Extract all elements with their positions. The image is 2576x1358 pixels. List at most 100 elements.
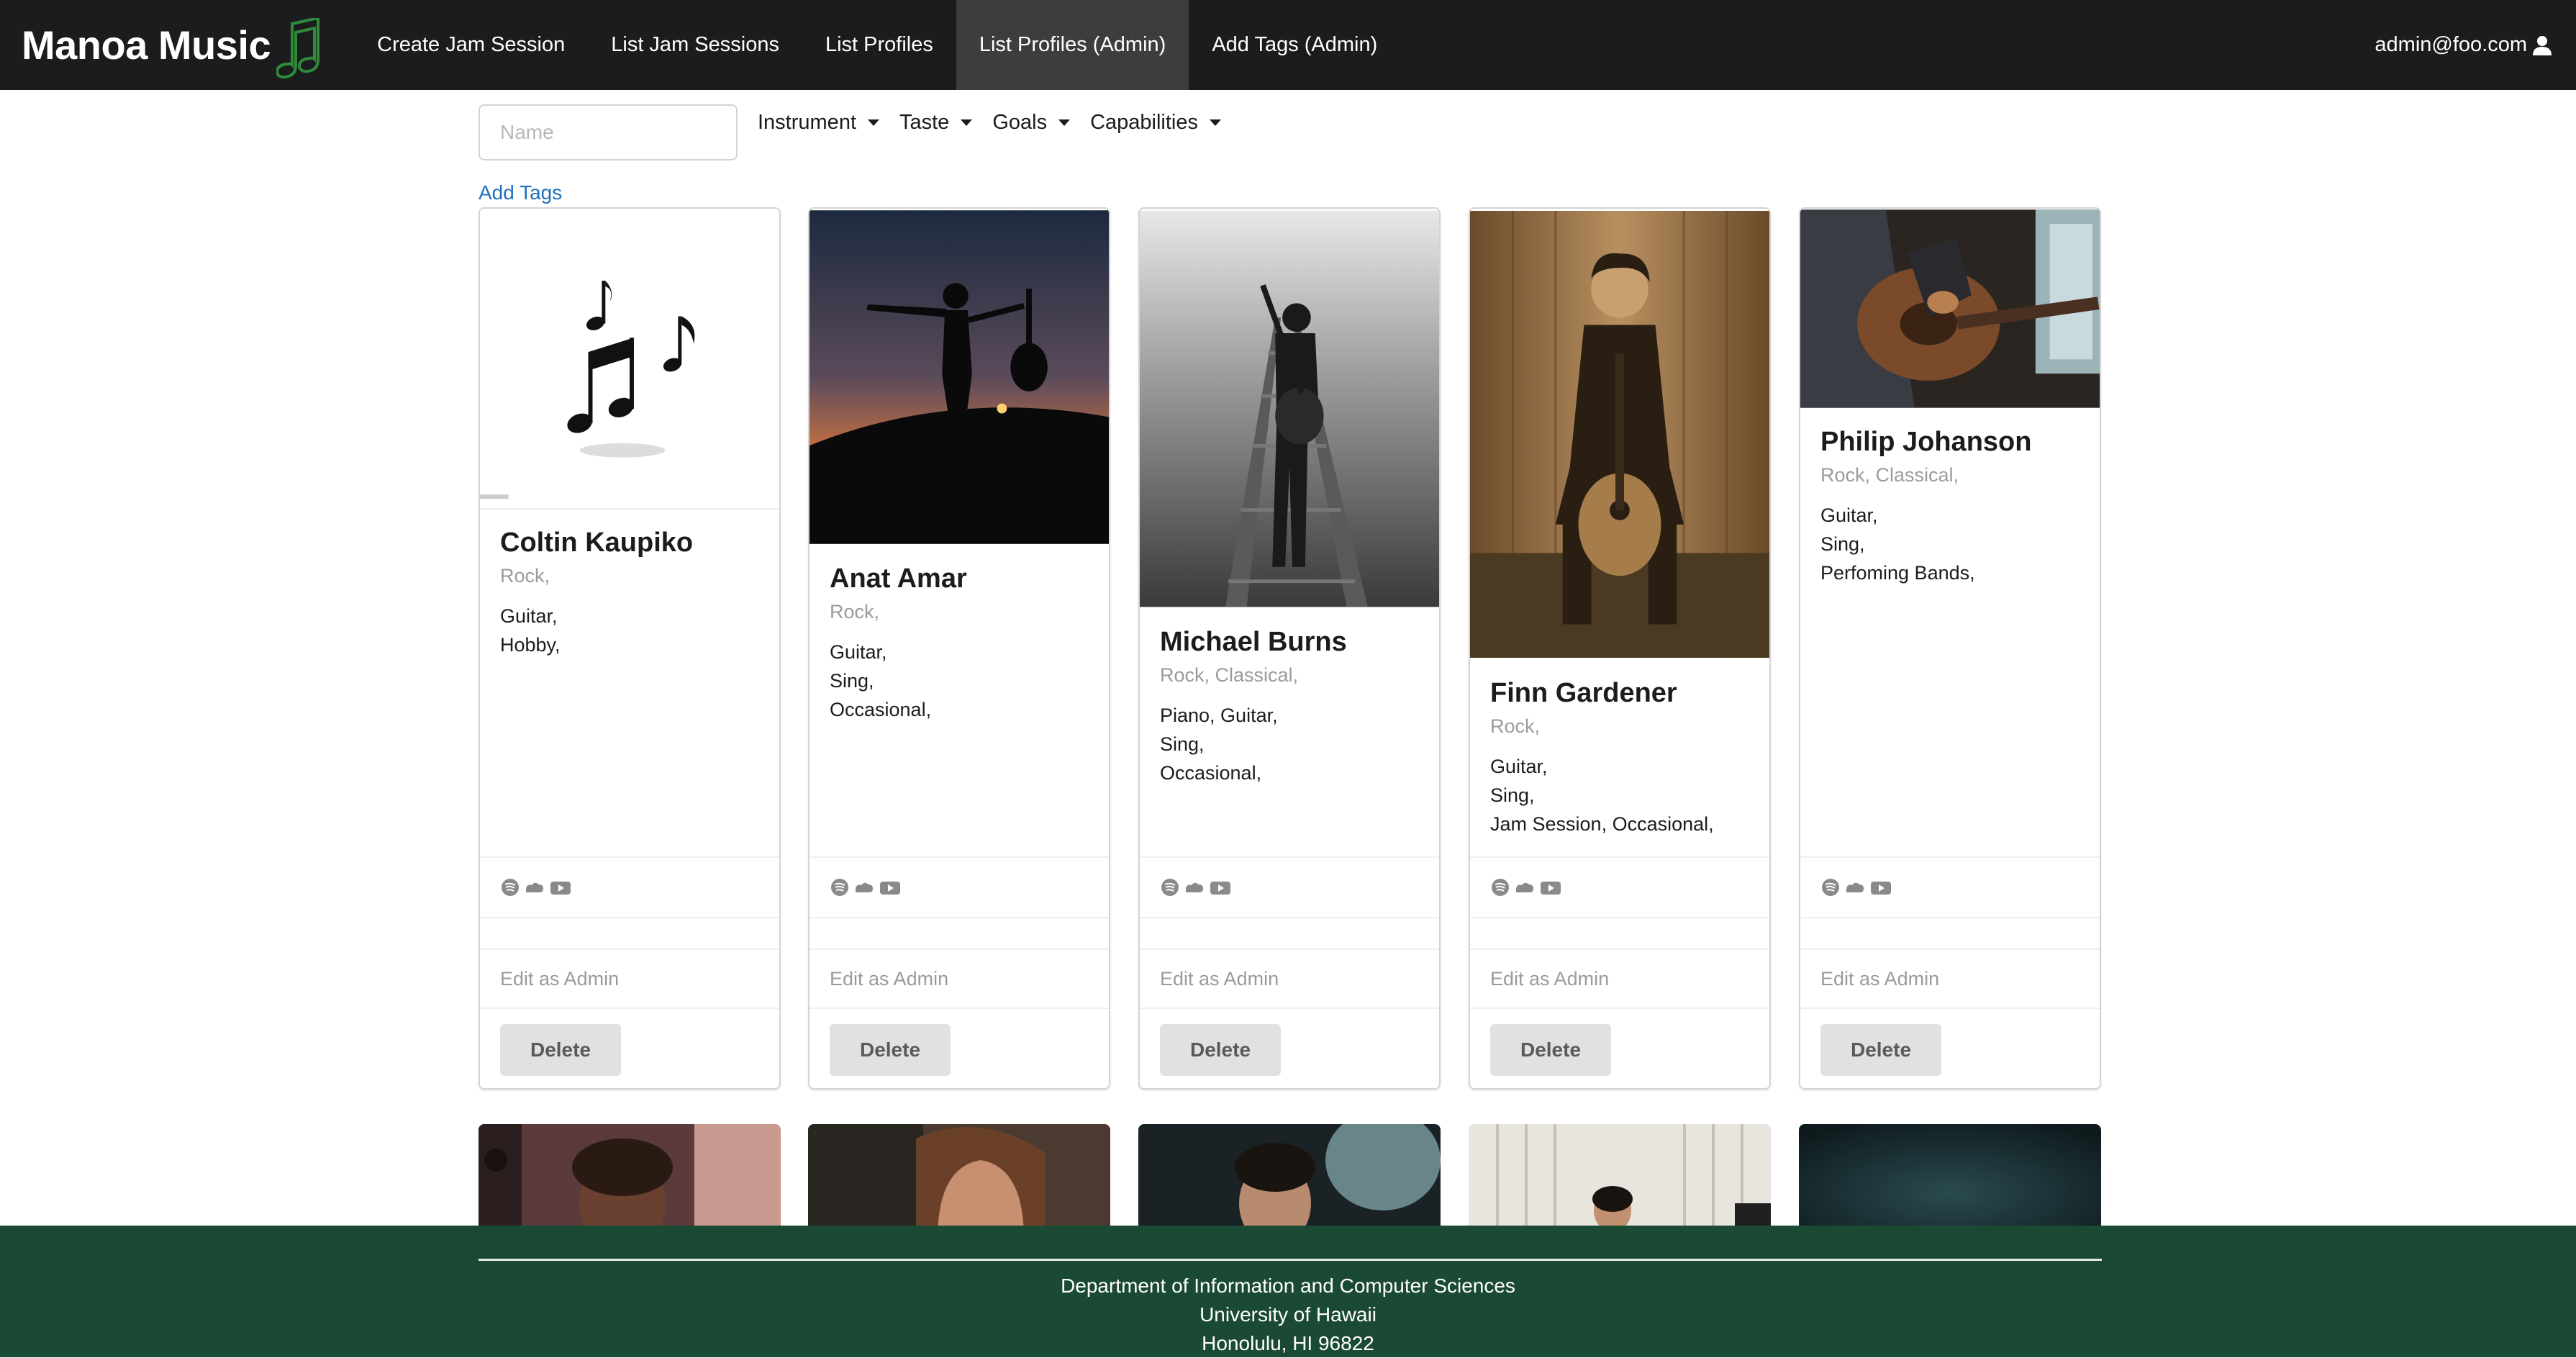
footer-university: University of Hawaii [1199, 1303, 1377, 1326]
user-icon [2533, 35, 2552, 55]
profile-name[interactable]: Coltin Kaupiko [500, 525, 759, 561]
profile-image-partial [1799, 1124, 2101, 1239]
delete-section: Delete [1800, 1008, 2100, 1088]
profile-image [809, 209, 1109, 546]
capabilities-dropdown-label: Capabilities [1090, 110, 1199, 134]
spotify-icon[interactable] [1492, 879, 1509, 896]
youtube-icon[interactable] [1871, 882, 1891, 895]
edit-as-admin-link[interactable]: Edit as Admin [1140, 949, 1439, 1008]
goals-dropdown[interactable]: Goals [992, 109, 1071, 136]
caret-down-icon [868, 119, 879, 126]
footer-location: Honolulu, HI 96822 [1202, 1332, 1374, 1354]
delete-section: Delete [1470, 1008, 1769, 1088]
profile-tastes: Rock, [1490, 715, 1541, 738]
profile-desc-line: Sing, [1820, 533, 1865, 556]
music-note-icon [276, 17, 320, 78]
nav-list-jam-sessions[interactable]: List Jam Sessions [588, 0, 802, 90]
profile-card: Coltin Kaupiko Rock, Guitar, Hobby, Edit… [479, 207, 781, 1090]
social-links [1140, 856, 1439, 917]
card-extra [1140, 917, 1439, 949]
brand-link[interactable]: Manoa Music [0, 0, 354, 90]
page-footer: Department of Information and Computer S… [0, 1226, 2576, 1357]
spotify-icon[interactable] [831, 879, 848, 896]
soundcloud-icon[interactable] [1186, 882, 1203, 892]
profile-tastes: Rock, [500, 565, 550, 587]
profile-desc-line: Jam Session, Occasional, [1490, 813, 1714, 836]
profile-name[interactable]: Philip Johanson [1820, 425, 2080, 460]
profile-image-partial [1469, 1124, 1771, 1239]
delete-section: Delete [480, 1008, 779, 1088]
spotify-icon[interactable] [1161, 879, 1179, 896]
edit-as-admin-link[interactable]: Edit as Admin [1470, 949, 1769, 1008]
youtube-icon[interactable] [1210, 882, 1230, 895]
soundcloud-icon[interactable] [526, 882, 543, 892]
spotify-icon[interactable] [502, 879, 519, 896]
profile-desc-line: Perfoming Bands, [1820, 562, 1975, 584]
profile-tastes: Rock, Classical, [1820, 464, 1959, 486]
profile-tastes: Rock, Classical, [1160, 664, 1299, 687]
delete-button[interactable]: Delete [500, 1024, 621, 1076]
nav-add-tags-admin[interactable]: Add Tags (Admin) [1189, 0, 1400, 90]
caret-down-icon [961, 119, 973, 126]
footer-divider [479, 1259, 2102, 1261]
taste-dropdown[interactable]: Taste [899, 109, 973, 136]
filter-bar: Instrument Taste Goals Capabilities [479, 104, 1222, 160]
profile-image [480, 209, 779, 510]
profile-image-partial [808, 1124, 1110, 1239]
profile-desc-line: Guitar, [500, 605, 558, 628]
instrument-dropdown-label: Instrument [758, 110, 856, 134]
profile-name[interactable]: Michael Burns [1160, 625, 1419, 660]
profile-image [1470, 209, 1769, 660]
profile-desc-line: Sing, [1160, 733, 1205, 756]
soundcloud-icon[interactable] [856, 882, 873, 892]
card-extra [480, 917, 779, 949]
instrument-dropdown[interactable]: Instrument [758, 109, 879, 136]
profile-image [1800, 209, 2100, 409]
spotify-icon[interactable] [1822, 879, 1839, 896]
nav-create-jam-session[interactable]: Create Jam Session [354, 0, 588, 90]
card-extra [1470, 917, 1769, 949]
nav-list-profiles[interactable]: List Profiles [802, 0, 956, 90]
social-links [480, 856, 779, 917]
edit-as-admin-link[interactable]: Edit as Admin [809, 949, 1109, 1008]
youtube-icon[interactable] [550, 882, 571, 895]
social-links [1470, 856, 1769, 917]
delete-button[interactable]: Delete [830, 1024, 951, 1076]
profile-image [1140, 209, 1439, 609]
caret-down-icon [1058, 119, 1071, 126]
delete-section: Delete [1140, 1008, 1439, 1088]
profile-card: Michael Burns Rock, Classical, Piano, Gu… [1138, 207, 1441, 1090]
soundcloud-icon[interactable] [1516, 882, 1533, 892]
taste-dropdown-label: Taste [899, 110, 950, 134]
delete-button[interactable]: Delete [1820, 1024, 1941, 1076]
profile-description: Guitar, Sing, Perfoming Bands, [1820, 501, 2080, 587]
social-links [1800, 856, 2100, 917]
delete-section: Delete [809, 1008, 1109, 1088]
user-menu[interactable]: admin@foo.com [2375, 33, 2576, 57]
delete-button[interactable]: Delete [1160, 1024, 1281, 1076]
profile-name[interactable]: Finn Gardener [1490, 676, 1749, 711]
profile-desc-line: Guitar, [1820, 504, 1878, 527]
profile-card: Philip Johanson Rock, Classical, Guitar,… [1799, 207, 2101, 1090]
add-tags-link[interactable]: Add Tags [479, 181, 562, 204]
youtube-icon[interactable] [880, 882, 900, 895]
profile-desc-line: Sing, [1490, 784, 1535, 807]
profile-desc-line: Hobby, [500, 634, 561, 656]
name-filter-input[interactable] [479, 104, 738, 160]
edit-as-admin-link[interactable]: Edit as Admin [480, 949, 779, 1008]
capabilities-dropdown[interactable]: Capabilities [1090, 109, 1222, 136]
delete-button[interactable]: Delete [1490, 1024, 1611, 1076]
nav-list-profiles-admin[interactable]: List Profiles (Admin) [956, 0, 1189, 90]
card-extra [809, 917, 1109, 949]
profile-desc-line: Piano, Guitar, [1160, 705, 1278, 727]
edit-as-admin-link[interactable]: Edit as Admin [1800, 949, 2100, 1008]
profile-tastes: Rock, [830, 601, 880, 623]
youtube-icon[interactable] [1541, 882, 1561, 895]
profile-desc-line: Guitar, [830, 641, 887, 664]
soundcloud-icon[interactable] [1846, 882, 1864, 892]
profile-name[interactable]: Anat Amar [830, 561, 1089, 597]
profile-desc-line: Sing, [830, 670, 874, 692]
user-email: admin@foo.com [2375, 33, 2527, 56]
profile-description: Guitar, Sing, Jam Session, Occasional, [1490, 752, 1749, 838]
top-navbar: Manoa Music Create Jam Session List Jam … [0, 0, 2576, 90]
